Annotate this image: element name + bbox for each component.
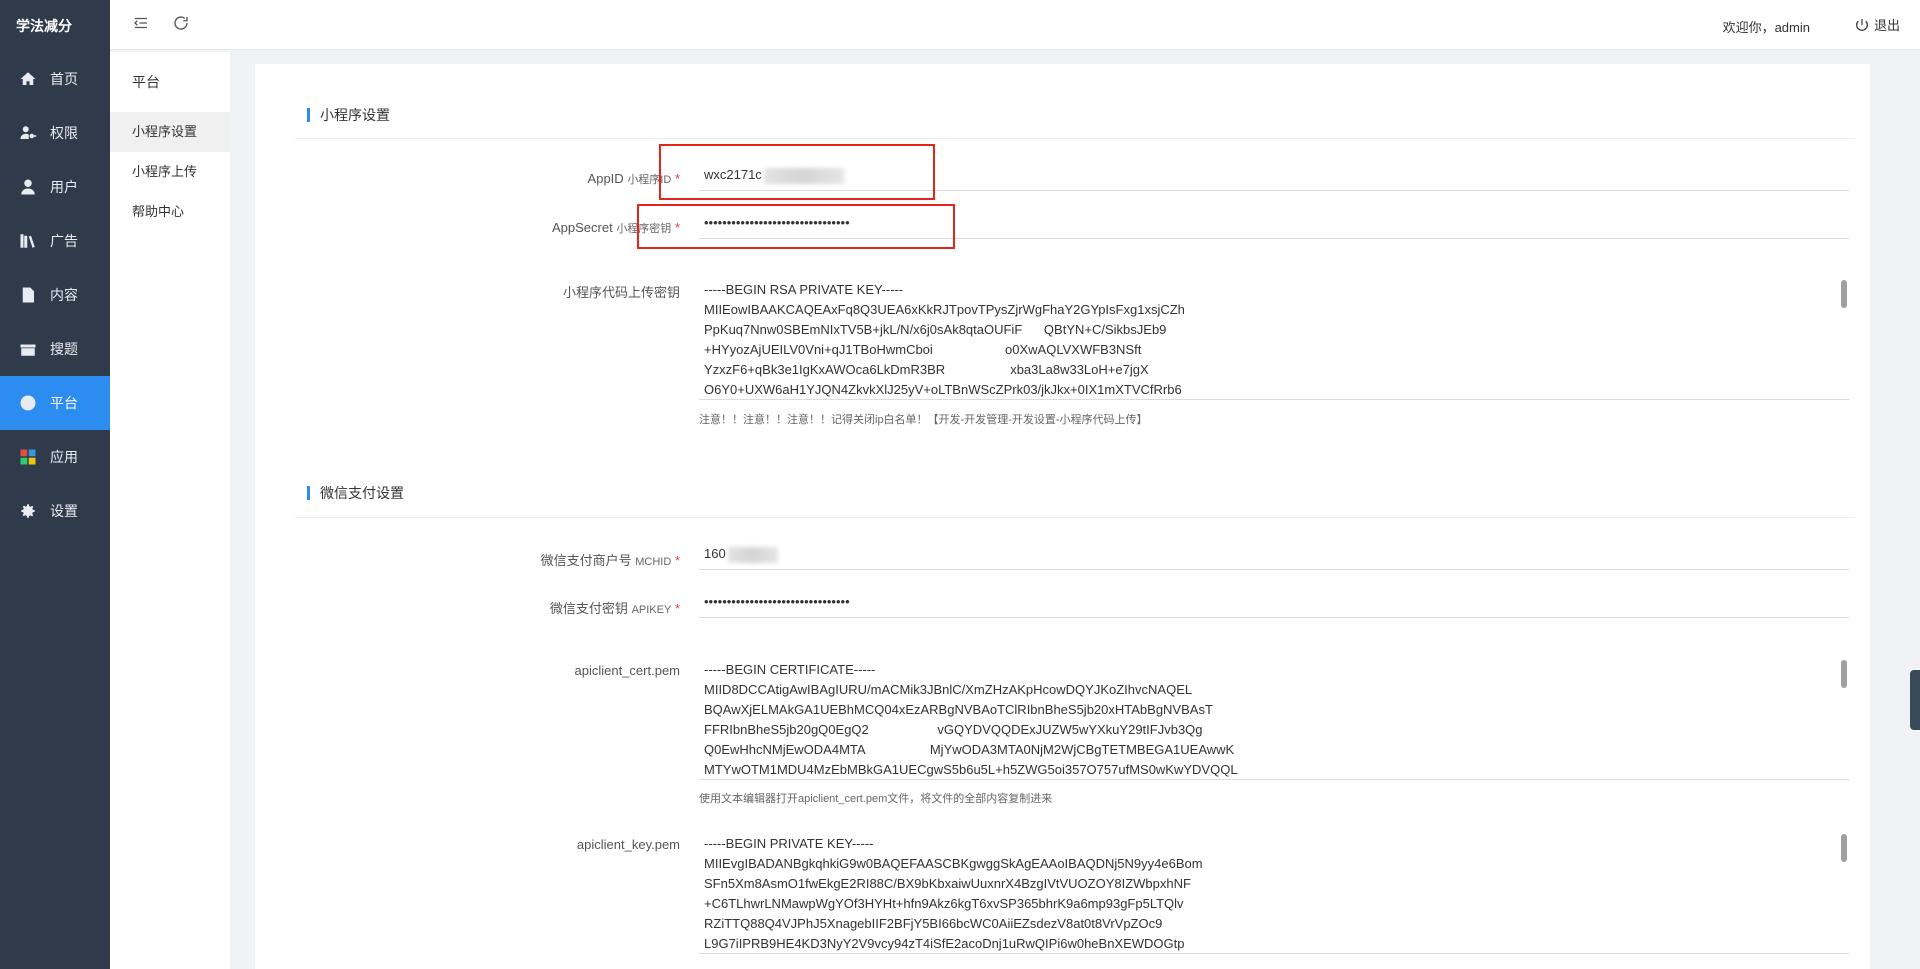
appsecret-label: AppSecret 小程序密钥 *: [551, 220, 680, 235]
menu-collapse-icon[interactable]: [132, 14, 154, 36]
section-title-miniprogram: 小程序设置: [307, 108, 390, 122]
highlight-box: [659, 144, 935, 200]
platform-icon: [18, 393, 38, 413]
appid-label: AppID 小程序ID *: [587, 171, 680, 186]
submenu-title: 平台: [132, 74, 160, 90]
document-icon: [18, 285, 38, 305]
sidebar-item-label: 首页: [50, 71, 78, 87]
gear-icon: [18, 501, 38, 521]
sidebar-item-settings[interactable]: 设置: [0, 484, 110, 538]
scrollbar-thumb[interactable]: [1841, 660, 1847, 688]
upload-key-label: 小程序代码上传密钥: [562, 285, 680, 300]
sidebar-item-label: 搜题: [50, 341, 78, 357]
highlight-box: [637, 204, 955, 249]
submenu-item-miniprogram-upload[interactable]: 小程序上传: [110, 152, 230, 192]
key-label: apiclient_key.pem: [576, 837, 680, 852]
cert-hint: 使用文本编辑器打开apiclient_cert.pem文件，将文件的全部内容复制…: [699, 793, 1053, 805]
refresh-icon[interactable]: [172, 14, 194, 36]
user-key-icon: [18, 123, 38, 143]
power-icon: [1856, 18, 1868, 31]
sidebar-item-users[interactable]: 用户: [0, 160, 110, 214]
sidebar-item-permission[interactable]: 权限: [0, 106, 110, 160]
submenu-item-help-center[interactable]: 帮助中心: [110, 192, 230, 232]
cert-textarea[interactable]: -----BEGIN CERTIFICATE----- MIID8DCCAtig…: [699, 652, 1849, 780]
top-header: 欢迎你，admin 退出: [110, 0, 1920, 50]
sidebar: 学法减分 首页 权限 用户 广告 内容 搜题 平台 应用 设置: [0, 0, 110, 969]
welcome-text: 欢迎你，admin: [1722, 20, 1810, 35]
section-title-wxpay: 微信支付设置: [307, 486, 404, 500]
home-icon: [18, 69, 38, 89]
side-float-tab[interactable]: [1910, 670, 1920, 730]
scrollbar-thumb[interactable]: [1841, 834, 1847, 862]
sidebar-item-label: 设置: [50, 503, 78, 519]
sidebar-item-label: 应用: [50, 449, 78, 465]
settings-card: 小程序设置 AppID 小程序ID * wxc2171c AppSecret 小…: [255, 64, 1870, 969]
sidebar-item-label: 平台: [50, 395, 78, 411]
sidebar-item-platform[interactable]: 平台: [0, 376, 110, 430]
books-icon: [18, 231, 38, 251]
redacted-area: [727, 546, 778, 563]
scrollbar-thumb[interactable]: [1841, 280, 1847, 308]
sidebar-item-label: 内容: [50, 287, 78, 303]
divider: [295, 517, 1855, 518]
sidebar-item-search[interactable]: 搜题: [0, 322, 110, 376]
apikey-input[interactable]: ••••••••••••••••••••••••••••••••: [699, 586, 1849, 618]
mchid-input[interactable]: 160: [699, 538, 1849, 570]
mchid-label: 微信支付商户号 MCHID *: [540, 553, 680, 568]
brand-logo: 学法减分: [16, 18, 72, 34]
key-textarea[interactable]: -----BEGIN PRIVATE KEY----- MIIEvgIBADAN…: [699, 826, 1849, 954]
secondary-menu: 平台 小程序设置 小程序上传 帮助中心: [110, 52, 230, 969]
upload-key-textarea[interactable]: -----BEGIN RSA PRIVATE KEY----- MIIEowIB…: [699, 272, 1849, 400]
logout-label: 退出: [1873, 18, 1900, 33]
divider: [295, 138, 1855, 139]
sidebar-item-label: 权限: [50, 125, 78, 141]
sidebar-item-ads[interactable]: 广告: [0, 214, 110, 268]
user-icon: [18, 177, 38, 197]
sidebar-item-content[interactable]: 内容: [0, 268, 110, 322]
apikey-label: 微信支付密钥 APIKEY *: [549, 601, 680, 616]
cert-label: apiclient_cert.pem: [574, 663, 681, 678]
logout-button[interactable]: 退出: [1854, 15, 1900, 34]
sidebar-item-label: 用户: [50, 179, 78, 195]
inbox-icon: [18, 339, 38, 359]
apps-icon: [18, 447, 38, 467]
sidebar-item-label: 广告: [50, 233, 78, 249]
sidebar-item-home[interactable]: 首页: [0, 52, 110, 106]
upload-key-hint: 注意！！注意！！注意！！记得关闭ip白名单！【开发-开发管理-开发设置-小程序代…: [699, 414, 1148, 426]
submenu-item-miniprogram-settings[interactable]: 小程序设置: [110, 112, 230, 152]
sidebar-item-apps[interactable]: 应用: [0, 430, 110, 484]
